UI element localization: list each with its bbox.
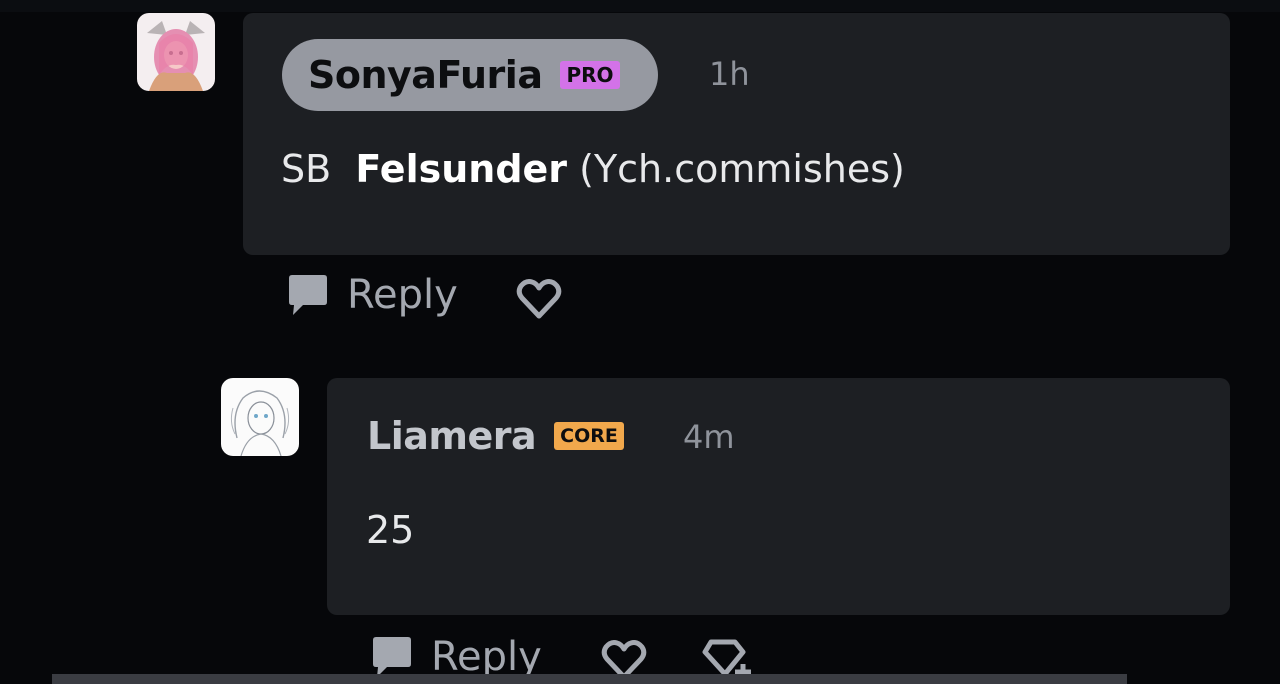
- reply-label: Reply: [347, 272, 458, 318]
- comment-suffix: (Ych.commishes): [579, 147, 905, 191]
- username[interactable]: Liamera: [367, 414, 537, 458]
- comment-card-1: SonyaFuria PRO 1h SB Felsunder (Ych.comm…: [243, 13, 1230, 255]
- comment-card-2: Liamera CORE 4m 25: [327, 378, 1230, 615]
- horizontal-scrollbar[interactable]: [52, 674, 1127, 684]
- speech-bubble-icon: [285, 272, 331, 318]
- avatar-image: [221, 378, 299, 456]
- pro-badge: PRO: [560, 61, 620, 89]
- username[interactable]: SonyaFuria: [308, 53, 543, 97]
- comment-time[interactable]: 4m: [683, 418, 735, 456]
- core-badge: CORE: [554, 422, 624, 450]
- comment-time[interactable]: 1h: [709, 55, 750, 93]
- avatar-sonyafuria[interactable]: [137, 13, 215, 91]
- top-strip: [0, 0, 1280, 12]
- comments-page: SonyaFuria PRO 1h SB Felsunder (Ych.comm…: [0, 0, 1280, 684]
- username-pill[interactable]: SonyaFuria PRO: [282, 39, 658, 111]
- username-row: Liamera CORE: [367, 414, 624, 458]
- avatar-image: [137, 13, 215, 91]
- like-button[interactable]: [514, 276, 564, 322]
- avatar-liamera[interactable]: [221, 378, 299, 456]
- user-mention[interactable]: Felsunder: [355, 147, 567, 191]
- comment-body: SB Felsunder (Ych.commishes): [281, 147, 905, 191]
- comment-body: 25: [366, 508, 415, 552]
- reply-button[interactable]: Reply: [285, 272, 458, 318]
- heart-icon: [514, 276, 564, 322]
- comment-prefix: SB: [281, 147, 332, 191]
